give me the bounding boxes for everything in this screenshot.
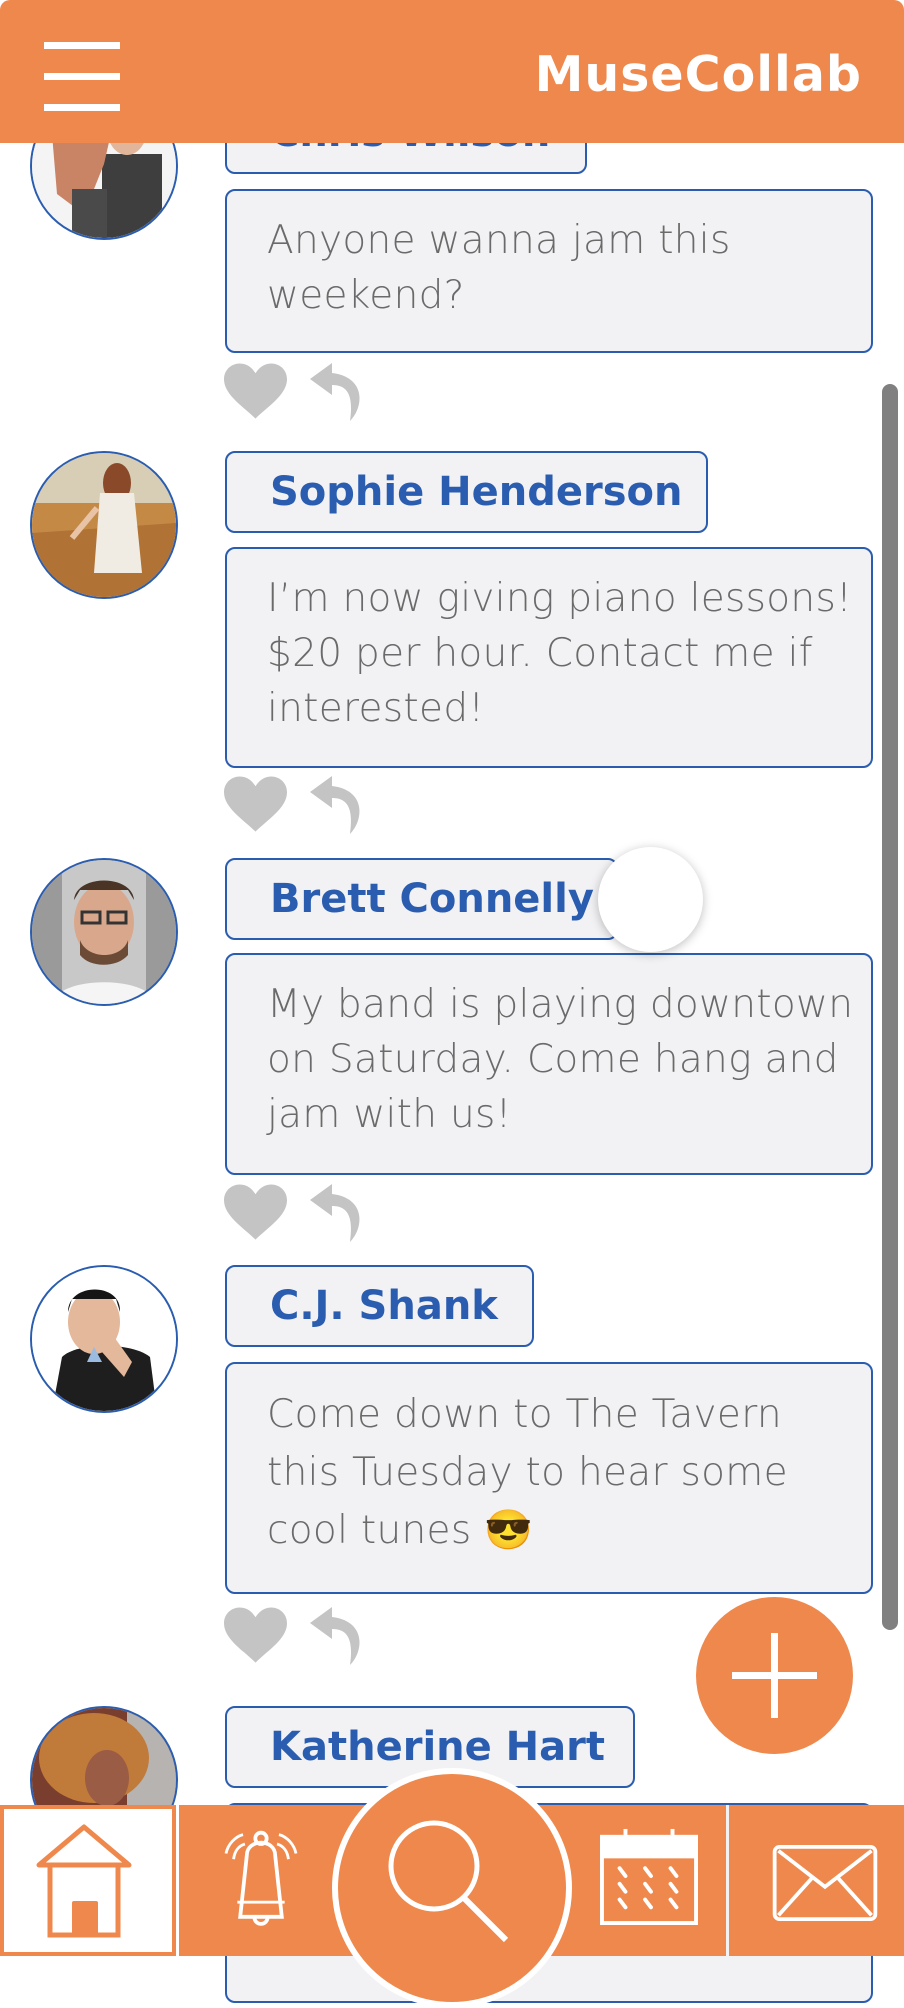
touch-indicator [598,847,703,952]
app-header: MuseCollab [0,0,904,143]
reply-arrow-icon[interactable] [310,363,366,421]
post-actions [224,1184,374,1242]
avatar-cj-shank[interactable] [30,1265,178,1413]
post-actions [224,1607,374,1665]
like-heart-icon[interactable] [224,363,287,419]
plus-icon [732,1633,817,1718]
reply-arrow-icon[interactable] [310,776,366,834]
author-name: Brett Connelly [270,876,594,922]
like-heart-icon[interactable] [224,776,287,832]
new-post-button[interactable] [696,1597,853,1754]
like-heart-icon[interactable] [224,1607,287,1663]
nav-home[interactable] [0,1805,176,1956]
reply-arrow-icon[interactable] [310,1607,366,1665]
message-text: My band is playing downtown on Saturday.… [267,982,854,1137]
message-bubble: My band is playing downtown on Saturday.… [225,953,873,1175]
author-name: C.J. Shank [270,1283,498,1329]
nav-messages[interactable] [729,1805,904,1956]
like-heart-icon[interactable] [224,1184,287,1240]
home-icon [36,1824,132,1938]
reply-arrow-icon[interactable] [310,1184,366,1242]
post-actions [224,363,374,421]
avatar-sophie-henderson[interactable] [30,451,178,599]
message-bubble: Come down to The Tavern this Tuesday to … [225,1362,873,1594]
nav-search[interactable] [332,1768,572,2008]
avatar-brett-connelly[interactable] [30,858,178,1006]
search-icon [388,1820,509,1943]
calendar-icon [600,1828,698,1925]
app-title: MuseCollab [534,46,862,103]
author-name-badge[interactable]: Sophie Henderson [225,451,708,533]
bottom-nav [0,1768,904,2008]
author-name-badge[interactable]: C.J. Shank [225,1265,534,1347]
message-text: Anyone wanna jam this weekend? [267,218,731,318]
message-bubble: I’m now giving piano lessons! $20 per ho… [225,547,873,768]
author-name: Katherine Hart [270,1724,605,1770]
scrollbar[interactable] [882,384,898,1630]
message-text: Come down to The Tavern this Tuesday to … [267,1392,788,1553]
post-actions [224,776,374,834]
author-name: Sophie Henderson [270,469,683,515]
hamburger-menu-icon[interactable] [44,38,120,112]
bell-icon [224,1830,298,1926]
mail-icon [772,1845,878,1921]
message-text: I’m now giving piano lessons! $20 per ho… [267,576,852,731]
message-bubble: Anyone wanna jam this weekend? [225,189,873,353]
author-name-badge[interactable]: Brett Connelly [225,858,618,940]
